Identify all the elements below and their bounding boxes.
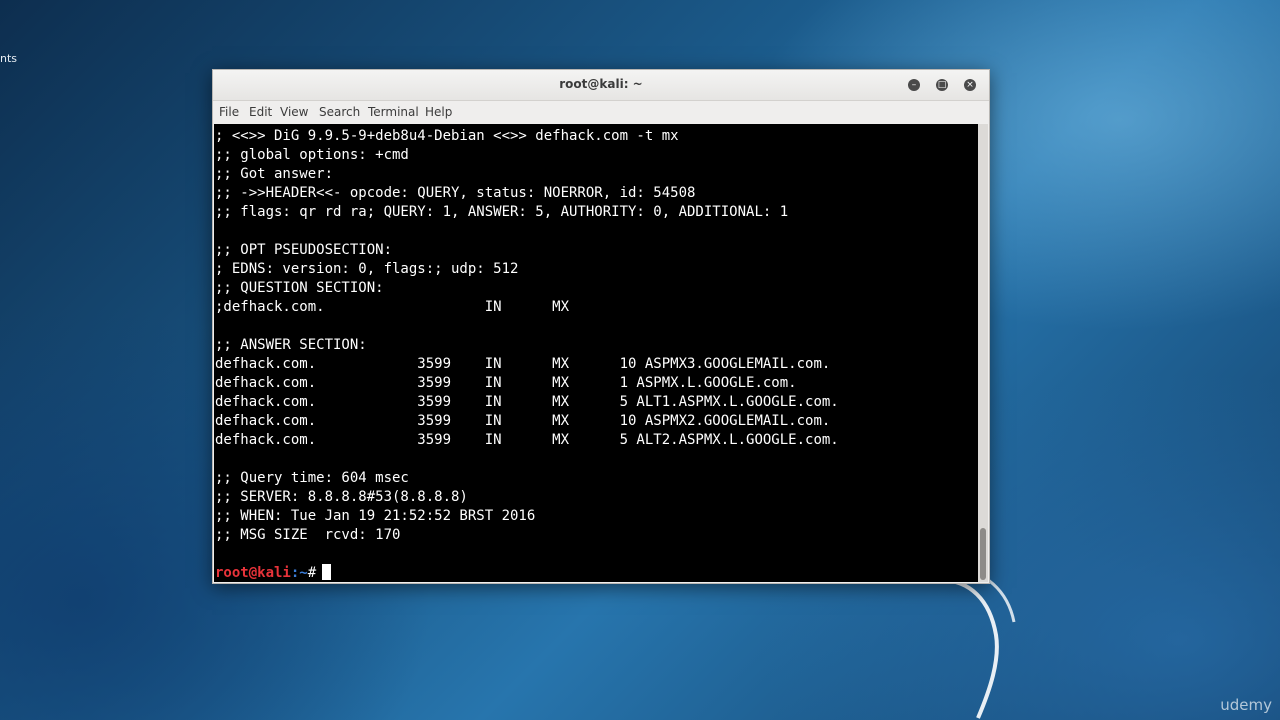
terminal-line: defhack.com. 3599 IN MX 10 ASPMX3.GOOGLE… [215, 356, 831, 372]
terminal-line: ;; WHEN: Tue Jan 19 21:52:52 BRST 2016 [215, 508, 536, 524]
close-button[interactable]: × [960, 75, 980, 95]
terminal-line: ;; global options: +cmd [215, 147, 409, 163]
terminal-line: ;; flags: qr rd ra; QUERY: 1, ANSWER: 5,… [215, 204, 789, 220]
terminal-line: defhack.com. 3599 IN MX 10 ASPMX2.GOOGLE… [215, 413, 831, 429]
terminal-prompt-line[interactable]: root@kali:~# [215, 564, 839, 583]
prompt-user: root@kali [215, 565, 291, 581]
terminal-line: ;; ANSWER SECTION: [215, 337, 367, 353]
terminal-output[interactable]: ; <<>> DiG 9.9.5-9+deb8u4-Debian <<>> de… [214, 124, 978, 582]
terminal-line: defhack.com. 3599 IN MX 1 ASPMX.L.GOOGLE… [215, 375, 797, 391]
minimize-icon: – [908, 79, 920, 91]
terminal-line: ;; OPT PSEUDOSECTION: [215, 242, 393, 258]
menu-help[interactable]: Help [425, 105, 452, 119]
terminal-line: defhack.com. 3599 IN MX 5 ALT2.ASPMX.L.G… [215, 432, 839, 448]
terminal-line: ;defhack.com. IN MX [215, 299, 570, 315]
text-cursor [322, 564, 332, 580]
terminal-line: ;; ->>HEADER<<- opcode: QUERY, status: N… [215, 185, 696, 201]
desktop-icon-label[interactable]: nts [0, 52, 17, 65]
udemy-watermark: udemy [1220, 696, 1272, 714]
prompt-path: :~ [290, 565, 308, 581]
scrollbar-thumb[interactable] [980, 528, 986, 580]
terminal-scrollbar[interactable] [978, 124, 988, 582]
menu-terminal[interactable]: Terminal [368, 105, 419, 119]
menu-file[interactable]: File [219, 105, 239, 119]
terminal-line: ; <<>> DiG 9.9.5-9+deb8u4-Debian <<>> de… [215, 128, 679, 144]
window-title: root@kali: ~ [559, 77, 643, 91]
prompt-symbol: # [307, 565, 317, 581]
maximize-button[interactable]: □ [932, 75, 952, 95]
menu-search[interactable]: Search [319, 105, 360, 119]
menubar: File Edit View Search Terminal Help [213, 101, 989, 123]
window-titlebar[interactable]: root@kali: ~ – □ × [213, 70, 989, 101]
terminal-line: ;; QUESTION SECTION: [215, 280, 384, 296]
terminal-line: defhack.com. 3599 IN MX 5 ALT1.ASPMX.L.G… [215, 394, 839, 410]
maximize-icon: □ [936, 79, 948, 91]
menu-view[interactable]: View [280, 105, 308, 119]
terminal-line: ;; Query time: 604 msec [215, 470, 409, 486]
menu-edit[interactable]: Edit [249, 105, 272, 119]
terminal-line: ;; MSG SIZE rcvd: 170 [215, 527, 401, 543]
minimize-button[interactable]: – [904, 75, 924, 95]
terminal-line: ;; Got answer: [215, 166, 334, 182]
terminal-line: ;; SERVER: 8.8.8.8#53(8.8.8.8) [215, 489, 468, 505]
terminal-line: ; EDNS: version: 0, flags:; udp: 512 [215, 261, 519, 277]
terminal-text: ; <<>> DiG 9.9.5-9+deb8u4-Debian <<>> de… [215, 127, 839, 583]
close-icon: × [964, 79, 976, 91]
terminal-window[interactable]: root@kali: ~ – □ × File Edit View Search… [212, 69, 990, 584]
